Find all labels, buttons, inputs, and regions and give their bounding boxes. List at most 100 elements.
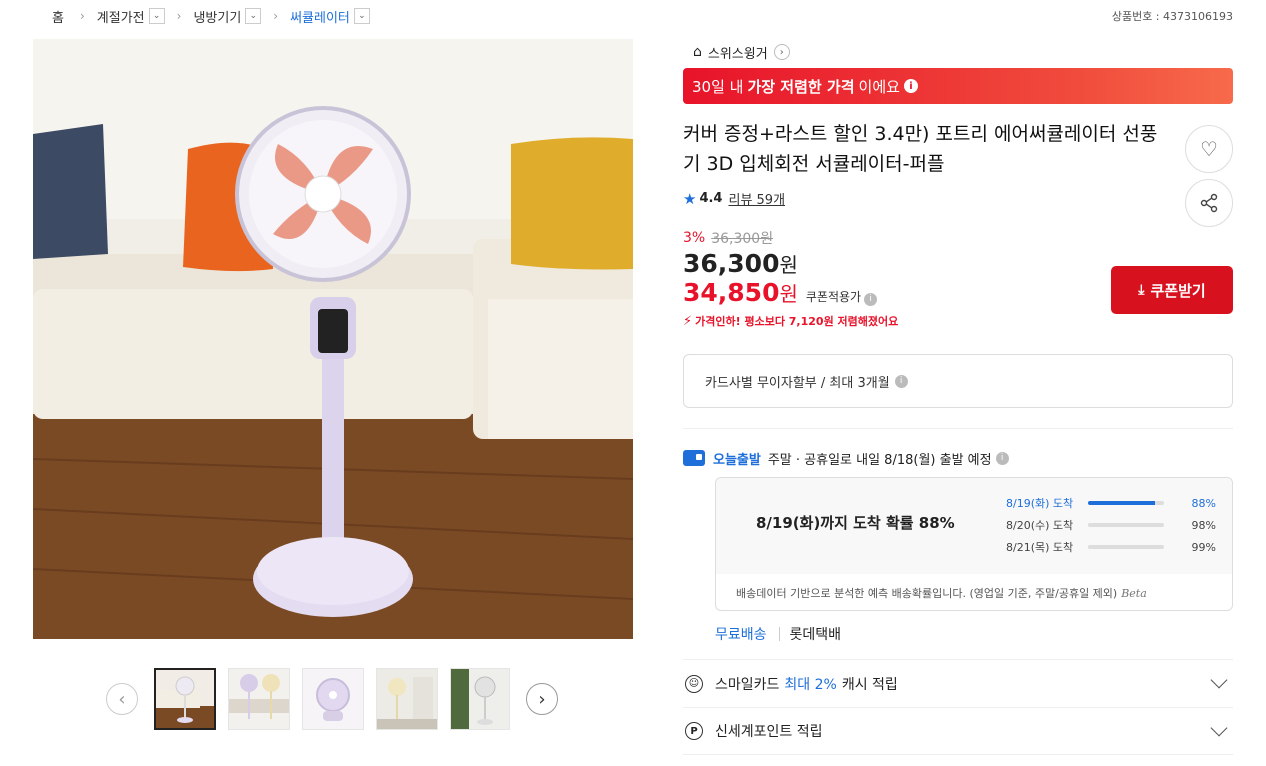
courier-name: 롯데택배 xyxy=(789,627,842,643)
breadcrumb-item-cooling[interactable]: 냉방기기 ⌄ xyxy=(193,7,262,26)
installment-text: 카드사별 무이자할부 / 최대 3개월 xyxy=(705,375,890,391)
info-icon[interactable]: i xyxy=(903,79,918,93)
smile-card-highlight: 최대 2% xyxy=(784,676,837,693)
breadcrumb-item-label[interactable]: 써큘레이터 xyxy=(290,7,350,26)
banner-text-bold: 가장 저렴한 가격 xyxy=(747,77,855,96)
thumbnail-4[interactable] xyxy=(376,668,438,730)
probability-row: 8/21(목) 도착 99% xyxy=(1006,536,1216,558)
price-area: 3% 36,300원 36,300원 34,850 원 쿠폰적용가 i ⚡ 가격인하… xyxy=(683,228,1233,329)
breadcrumb-separator-icon: › xyxy=(79,9,85,23)
free-shipping-label: 무료배송 xyxy=(715,627,767,643)
chevron-right-icon[interactable]: › xyxy=(773,44,790,60)
chevron-down-icon[interactable]: ⌄ xyxy=(148,8,165,24)
thumbnail-strip: ‹ › xyxy=(106,668,558,730)
ssg-point-label: 신세계포인트 적립 xyxy=(715,724,823,740)
point-icon: P xyxy=(685,722,703,740)
star-icon: ★ xyxy=(683,189,697,208)
thumbnail-image xyxy=(303,669,363,729)
currency-unit: 원 xyxy=(779,282,798,306)
shipping-text: 주말 · 공휴일로 내일 8/18(월) 출발 예정 xyxy=(767,452,992,468)
product-main-image[interactable] xyxy=(33,39,633,639)
breadcrumb-home-label[interactable]: 홈 xyxy=(52,7,64,26)
probability-note: 배송데이터 기반으로 분석한 예측 배송확률입니다. (영업일 기준, 주말/공… xyxy=(736,585,1147,601)
fan-photo xyxy=(33,39,633,639)
share-button[interactable] xyxy=(1185,179,1233,227)
chevron-down-icon[interactable] xyxy=(1210,671,1228,689)
store-name[interactable]: 스위스윙거 xyxy=(708,43,768,62)
banner-text-pre: 30일 내 xyxy=(692,77,744,96)
divider xyxy=(778,627,780,641)
probability-bar xyxy=(1088,545,1164,549)
thumbnail-2[interactable] xyxy=(228,668,290,730)
banner-text-post: 이에요 xyxy=(858,77,900,96)
original-price: 36,300원 xyxy=(711,231,774,247)
smile-card-label: 스마일카드 xyxy=(715,676,780,693)
info-icon[interactable]: i xyxy=(894,374,908,388)
installment-box[interactable]: 카드사별 무이자할부 / 최대 3개월 i xyxy=(683,354,1233,408)
rating-score: 4.4 xyxy=(699,191,723,206)
thumbnail-image xyxy=(451,669,509,729)
store-link[interactable]: ⌂ 스위스윙거 › xyxy=(693,39,1233,65)
breadcrumb-item-seasonal[interactable]: 계절가전 ⌄ xyxy=(97,7,165,26)
heart-icon: ♡ xyxy=(1200,137,1218,161)
thumbnail-prev-button[interactable]: ‹ xyxy=(106,683,138,715)
thumbnail-1[interactable] xyxy=(154,668,216,730)
shipping-row: 오늘출발 주말 · 공휴일로 내일 8/18(월) 출발 예정 i xyxy=(683,449,1233,468)
thumbnail-image xyxy=(229,669,289,729)
breadcrumb-separator-icon: › xyxy=(176,9,182,23)
home-icon: ⌂ xyxy=(693,44,702,60)
breadcrumb-separator-icon: › xyxy=(273,9,279,23)
delivery-probability-box: 8/19(화)까지 도착 확률 88% 8/19(화) 도착 88% 8/20(… xyxy=(715,477,1233,611)
probability-bar-fill xyxy=(1088,523,1163,527)
probability-date: 8/20(수) 도착 xyxy=(1006,519,1074,532)
breadcrumb-item-label[interactable]: 계절가전 xyxy=(97,7,145,26)
smile-icon: ☺ xyxy=(685,674,703,693)
probability-row: 8/19(화) 도착 88% xyxy=(1006,492,1216,514)
breadcrumb-home[interactable]: 홈 xyxy=(52,7,68,26)
get-coupon-button[interactable]: ⤓ 쿠폰받기 xyxy=(1111,266,1233,314)
thumbnail-image xyxy=(156,670,214,728)
probability-date: 8/19(화) 도착 xyxy=(1006,497,1074,510)
chevron-down-icon[interactable] xyxy=(1210,719,1228,737)
discount-row: 3% 36,300원 xyxy=(683,228,1233,248)
lightning-icon: ⚡ xyxy=(683,313,693,329)
price-drop-note: ⚡ 가격인하! 평소보다 7,120원 저렴해졌어요 xyxy=(683,313,1233,329)
product-number: 상품번호 : 4373106193 xyxy=(1111,10,1233,23)
breadcrumb-item-circulator[interactable]: 써큘레이터 ⌄ xyxy=(290,7,370,26)
smile-card-accordion[interactable]: ☺ 스마일카드 최대 2% 캐시 적립 xyxy=(683,660,1233,707)
probability-value: 98% xyxy=(1191,518,1216,532)
probability-bar xyxy=(1088,501,1164,505)
thumbnail-next-button[interactable]: › xyxy=(526,683,558,715)
get-coupon-label: 쿠폰받기 xyxy=(1150,281,1206,300)
sale-price-value: 36,300 xyxy=(683,249,780,278)
discount-percent: 3% xyxy=(683,230,706,246)
product-info-panel: ⌂ 스위스윙거 › 30일 내 가장 저렴한 가격 이에요 i 커버 증정+라스… xyxy=(683,39,1233,755)
share-icon xyxy=(1200,193,1218,213)
probability-note-text: 배송데이터 기반으로 분석한 예측 배송확률입니다. (영업일 기준, 주말/공… xyxy=(736,587,1118,600)
product-title: 커버 증정+라스트 할인 3.4만) 포트리 에어써큘레이터 선풍기 3D 입체… xyxy=(683,123,1158,175)
chevron-down-icon[interactable]: ⌄ xyxy=(245,8,262,24)
info-icon[interactable]: i xyxy=(864,292,878,306)
review-link[interactable]: 리뷰 59개 xyxy=(728,189,785,208)
coupon-price-value: 34,850 xyxy=(683,278,780,307)
probability-row: 8/20(수) 도착 98% xyxy=(1006,514,1216,536)
today-ship-badge: 오늘출발 xyxy=(713,452,761,468)
probability-summary: 8/19(화)까지 도착 확률 88% xyxy=(756,514,955,532)
rating-summary: ★ 4.4 리뷰 59개 xyxy=(683,189,1233,209)
thumbnail-3[interactable] xyxy=(302,668,364,730)
probability-bar-fill xyxy=(1088,501,1155,505)
probability-bar xyxy=(1088,523,1164,527)
thumbnail-5[interactable] xyxy=(450,668,510,730)
divider xyxy=(683,428,1233,429)
currency-unit: 원 xyxy=(779,253,798,277)
ssg-point-accordion[interactable]: P 신세계포인트 적립 xyxy=(683,707,1233,754)
chevron-down-icon[interactable]: ⌄ xyxy=(353,8,370,24)
delivery-truck-icon xyxy=(683,450,705,466)
wishlist-button[interactable]: ♡ xyxy=(1185,125,1233,173)
breadcrumb-item-label[interactable]: 냉방기기 xyxy=(193,7,241,26)
breadcrumb: 홈 › 계절가전 ⌄ › 냉방기기 ⌄ › 써큘레이터 ⌄ xyxy=(52,6,370,26)
probability-bar-fill xyxy=(1088,545,1164,549)
info-icon[interactable]: i xyxy=(995,451,1009,465)
price-drop-text: 가격인하! 평소보다 7,120원 저렴해졌어요 xyxy=(695,315,899,328)
probability-rows: 8/19(화) 도착 88% 8/20(수) 도착 98% 8/21(목) 도착… xyxy=(1006,492,1216,558)
